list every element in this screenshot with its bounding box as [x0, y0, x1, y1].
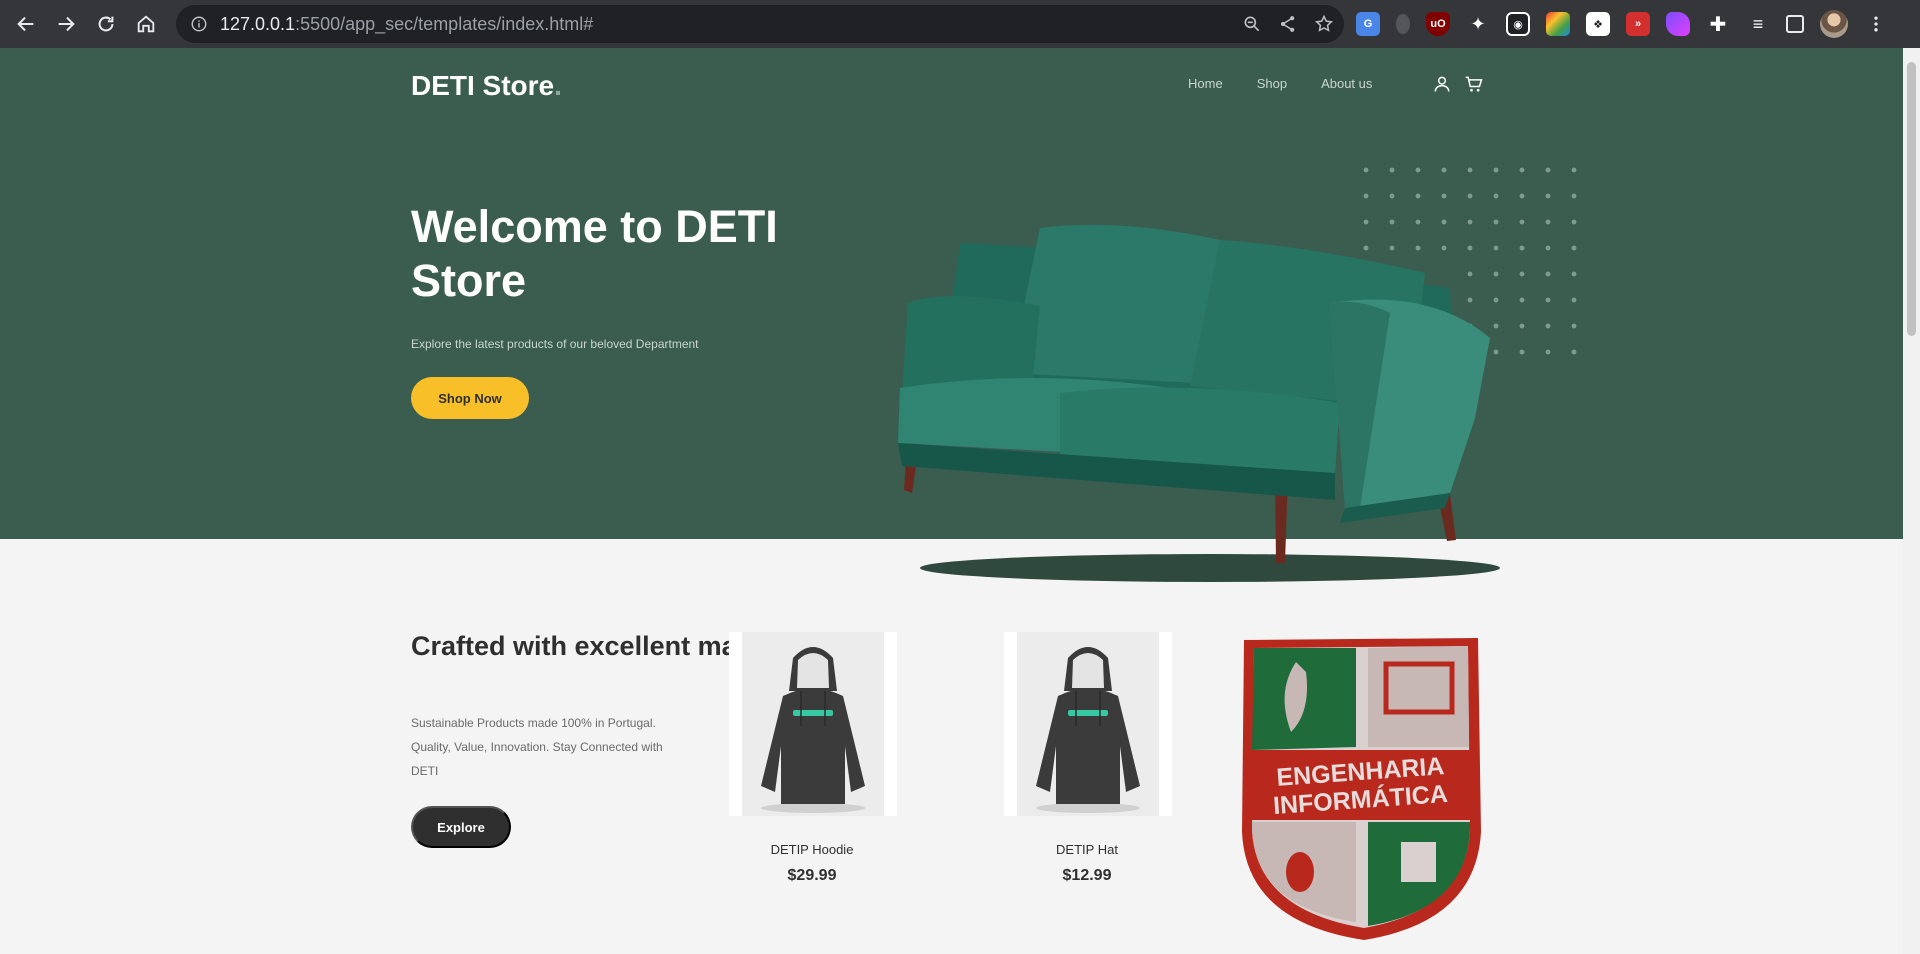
puzzle-icon[interactable]: ✚: [1706, 12, 1730, 36]
zoom-icon[interactable]: [1242, 14, 1262, 34]
product-price: $12.99: [1062, 867, 1112, 884]
sofa-image: [898, 224, 1500, 582]
home-button[interactable]: [126, 4, 166, 44]
extension-icon[interactable]: »: [1626, 12, 1650, 36]
section-text: Sustainable Products made 100% in Portug…: [411, 716, 663, 778]
url-text[interactable]: 127.0.0.1:5500/app_sec/templates/index.h…: [220, 14, 593, 35]
forward-icon: [58, 16, 75, 32]
scrollbar-thumb[interactable]: [1907, 62, 1916, 336]
back-button[interactable]: [6, 4, 46, 44]
info-icon[interactable]: [190, 15, 208, 33]
media-icon[interactable]: ≡: [1746, 12, 1770, 36]
nav-icons: [1432, 74, 1484, 94]
explore-button[interactable]: Explore: [411, 806, 511, 848]
ublock-icon[interactable]: uO: [1426, 12, 1450, 36]
address-bar[interactable]: 127.0.0.1:5500/app_sec/templates/index.h…: [176, 5, 1344, 43]
product-price: $29.99: [787, 867, 837, 884]
sidebar-icon[interactable]: [1786, 15, 1804, 33]
page-scrollbar[interactable]: [1903, 48, 1920, 954]
nav-shop[interactable]: Shop: [1257, 76, 1287, 91]
user-icon[interactable]: [1432, 74, 1452, 94]
page: DETI Store. Home Shop About us Welcome t…: [0, 48, 1903, 954]
product-card[interactable]: DETIP Hat $12.99: [1004, 632, 1172, 885]
extension-icon[interactable]: [1666, 12, 1690, 36]
back-icon: [17, 16, 34, 32]
avatar[interactable]: [1820, 10, 1848, 38]
extension-icon[interactable]: [1546, 12, 1570, 36]
extensions-bar: G uO ✦ ◉ ❖ » ✚ ≡: [1356, 8, 1888, 40]
hoodie-image: [1036, 647, 1140, 813]
extension-icon[interactable]: [1396, 14, 1410, 34]
extension-icon[interactable]: ✦: [1466, 12, 1490, 36]
share-icon[interactable]: [1278, 14, 1298, 34]
reload-button[interactable]: [86, 4, 126, 44]
home-icon: [137, 15, 155, 33]
product-card[interactable]: DETIP Hoodie $29.99: [729, 632, 897, 885]
hoodie-image: [761, 647, 865, 813]
reload-icon: [98, 16, 114, 32]
nav-about[interactable]: About us: [1321, 76, 1372, 91]
shop-now-button[interactable]: Shop Now: [411, 377, 529, 419]
cart-icon[interactable]: [1464, 74, 1484, 94]
extension-icon[interactable]: ◉: [1506, 12, 1530, 36]
brand-logo[interactable]: DETI Store.: [411, 70, 562, 102]
browser-toolbar: 127.0.0.1:5500/app_sec/templates/index.h…: [0, 0, 1920, 48]
deti-badge-image[interactable]: ENGENHARIA INFORMÁTICA: [1236, 632, 1486, 944]
nav-home[interactable]: Home: [1188, 76, 1223, 91]
forward-button[interactable]: [46, 4, 86, 44]
product-image[interactable]: [729, 632, 897, 816]
star-icon[interactable]: [1314, 14, 1334, 34]
menu-icon[interactable]: [1864, 12, 1888, 36]
hero-subtitle: Explore the latest products of our belov…: [411, 337, 699, 351]
extension-icon[interactable]: ❖: [1586, 12, 1610, 36]
translate-extension-icon[interactable]: G: [1356, 12, 1380, 36]
product-image[interactable]: [1004, 632, 1172, 816]
top-nav: Home Shop About us: [1188, 76, 1372, 91]
hero-title: Welcome to DETI Store: [411, 201, 778, 306]
product-name: DETIP Hoodie: [770, 842, 854, 857]
product-name: DETIP Hat: [1056, 842, 1118, 857]
hero-section: DETI Store. Home Shop About us Welcome t…: [0, 48, 1903, 582]
